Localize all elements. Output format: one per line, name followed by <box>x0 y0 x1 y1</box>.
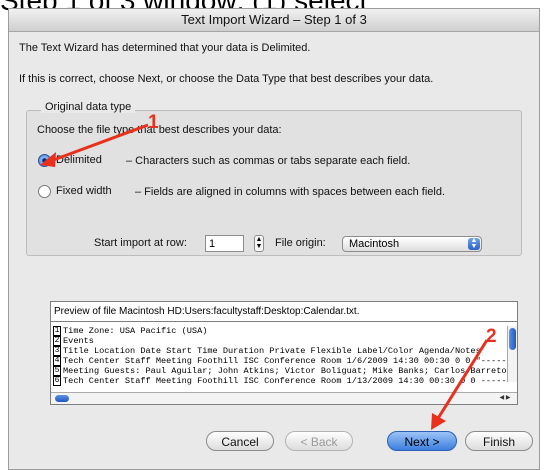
vertical-scroll-thumb[interactable] <box>509 328 516 350</box>
delimited-description: – Characters such as commas or tabs sepa… <box>126 155 411 167</box>
radio-delimited-label[interactable]: Delimited <box>56 154 102 166</box>
preview-row: 6 Tech Center Staff Meeting Foothill ISC … <box>53 376 513 386</box>
preview-row: 4 Tech Center Staff Meeting Foothill ISC … <box>53 356 513 366</box>
row-number: 1 <box>53 326 61 336</box>
horizontal-scrollbar[interactable]: ◀ ▶ <box>51 392 517 404</box>
intro-line-1: The Text Wizard has determined that your… <box>19 42 311 54</box>
preview-row: 3 Title Location Date Start Time Duration… <box>53 346 513 356</box>
row-number: 2 <box>53 336 61 346</box>
popup-arrows-icon: ▲ ▼ <box>468 237 480 250</box>
cancel-button[interactable]: Cancel <box>206 431 274 451</box>
row-text: Tech Center Staff Meeting Foothill ISC C… <box>63 356 507 366</box>
next-button[interactable]: Next > <box>387 431 457 451</box>
group-legend: Original data type <box>41 101 136 113</box>
vertical-scrollbar[interactable] <box>507 326 517 382</box>
radio-fixed-width-label[interactable]: Fixed width <box>56 185 112 197</box>
row-number: 4 <box>53 356 61 366</box>
radio-fixed-width[interactable] <box>38 185 51 198</box>
row-text: Time Zone: USA Pacific (USA) <box>63 326 208 336</box>
preview-row: 1 Time Zone: USA Pacific (USA) <box>53 326 513 336</box>
preview-row: 5 Meeting Guests: Paul Aguilar; John Atki… <box>53 366 513 376</box>
fixed-width-description: – Fields are aligned in columns with spa… <box>135 186 446 198</box>
row-number: 6 <box>53 376 61 386</box>
file-origin-label: File origin: <box>275 237 326 249</box>
file-preview-pane: Preview of file Macintosh HD:Users:facul… <box>50 301 518 405</box>
start-row-input[interactable]: 1 <box>205 235 244 252</box>
scroll-arrows-icon[interactable]: ◀ ▶ <box>493 393 517 404</box>
intro-line-2: If this is correct, choose Next, or choo… <box>19 73 434 85</box>
preview-rows: 1 Time Zone: USA Pacific (USA) 2 Events 3T… <box>53 326 513 386</box>
start-row-label: Start import at row: <box>94 237 187 249</box>
text-import-wizard-window: Text Import Wizard – Step 1 of 3 The Tex… <box>8 8 540 470</box>
horizontal-scroll-thumb[interactable] <box>55 395 69 402</box>
finish-button[interactable]: Finish <box>465 431 533 451</box>
preview-divider <box>51 321 517 322</box>
file-origin-value: Macintosh <box>349 238 400 250</box>
preview-title: Preview of file Macintosh HD:Users:facul… <box>54 306 360 317</box>
file-type-prompt: Choose the file type that best describes… <box>37 124 282 136</box>
preview-row: 2 Events <box>53 336 513 346</box>
back-button[interactable]: < Back <box>285 431 353 451</box>
radio-delimited[interactable] <box>38 154 51 167</box>
row-text: Events <box>63 336 94 346</box>
row-number: 5 <box>53 366 61 376</box>
row-number: 3 <box>53 346 61 356</box>
row-text: Meeting Guests: Paul Aguilar; John Atkin… <box>63 366 513 376</box>
row-text: Title Location Date Start Time Duration … <box>63 346 481 356</box>
file-origin-select[interactable]: Macintosh ▲ ▼ <box>342 236 482 252</box>
row-text: Tech Center Staff Meeting Foothill ISC C… <box>63 376 512 386</box>
window-title: Text Import Wizard – Step 1 of 3 <box>9 9 539 32</box>
stepper-arrows-icon[interactable]: ▲ ▼ <box>254 235 264 252</box>
annotation-marker-2: 2 <box>486 326 497 347</box>
annotation-marker-1: 1 <box>148 112 159 133</box>
